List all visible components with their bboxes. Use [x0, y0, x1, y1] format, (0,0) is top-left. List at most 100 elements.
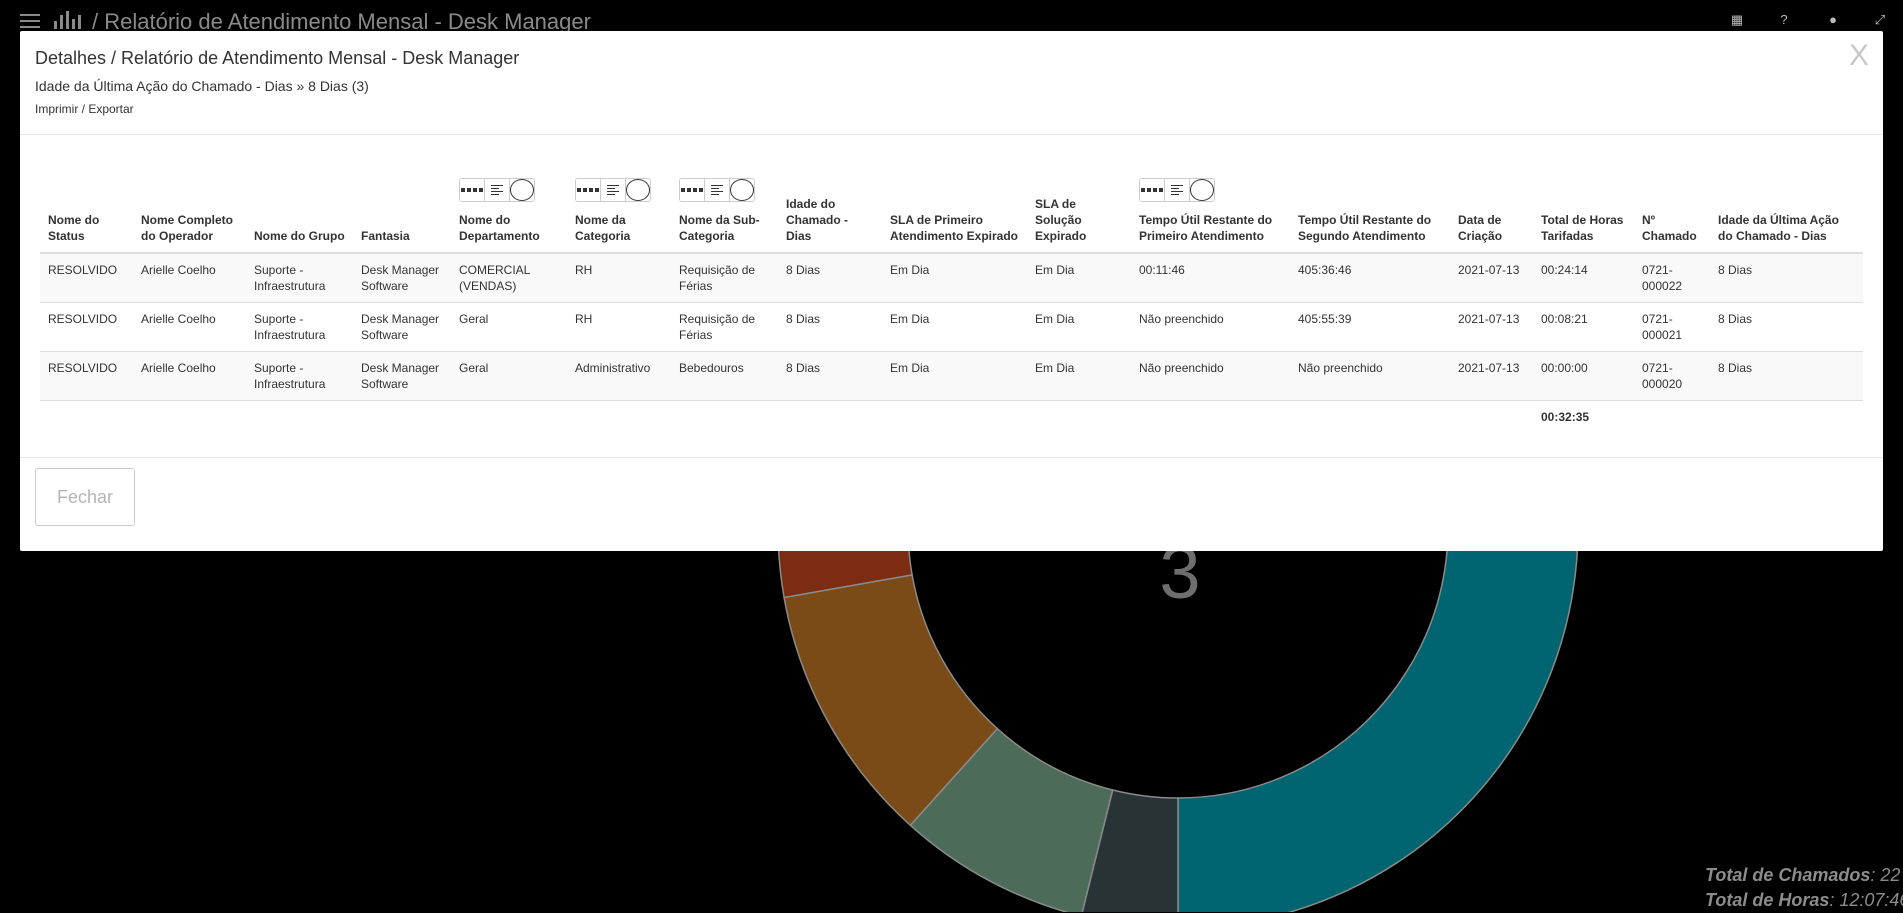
pie-chart-icon[interactable] [510, 179, 534, 201]
footer-cell [353, 400, 451, 433]
table-cell: 405:55:39 [1290, 302, 1450, 352]
column-header[interactable]: Idade do Chamado - Dias [778, 159, 882, 254]
table-cell: RESOLVIDO [40, 351, 133, 401]
footer-cell [1131, 400, 1290, 433]
pie-chart-icon[interactable] [626, 179, 650, 201]
footer-cell [1634, 400, 1710, 433]
grid-view-icon[interactable] [460, 179, 485, 201]
column-header[interactable]: Nome da Categoria [567, 159, 671, 254]
column-header[interactable]: Nome Completo do Operador [133, 159, 246, 254]
table-cell: Geral [451, 302, 567, 352]
column-header[interactable]: Nome do Grupo [246, 159, 353, 254]
column-header[interactable]: SLA de Primeiro Atendimento Expirado [882, 159, 1027, 254]
table-cell: 00:08:21 [1533, 302, 1634, 352]
table-cell: Não preenchido [1131, 302, 1290, 352]
column-header-label: SLA de Primeiro Atendimento Expirado [890, 213, 1019, 243]
footer-cell [778, 400, 882, 433]
column-header-label: Nome do Grupo [254, 229, 345, 243]
column-header[interactable]: Total de Horas Tarifadas [1533, 159, 1634, 254]
column-header-label: Tempo Útil Restante do Segundo Atendimen… [1298, 213, 1432, 243]
total-hours-sum: 00:32:35 [1533, 400, 1634, 433]
column-header[interactable]: Data de Criação [1450, 159, 1533, 254]
table-cell: Em Dia [1027, 252, 1131, 303]
column-header[interactable]: Nº Chamado [1634, 159, 1710, 254]
grid-view-icon[interactable] [1140, 179, 1165, 201]
table-cell: Arielle Coelho [133, 302, 246, 352]
close-button[interactable]: Fechar [35, 468, 135, 526]
table-header-row: Nome do Status Nome Completo do Operador N… [40, 159, 1863, 254]
footer-cell [1450, 400, 1533, 433]
table-cell: Desk Manager Software [353, 351, 451, 401]
column-header-label: Nome da Categoria [575, 213, 631, 243]
column-header[interactable]: SLA de Solução Expirado [1027, 159, 1131, 254]
grid-view-icon[interactable] [680, 179, 705, 201]
table-cell: 0721-000020 [1634, 351, 1710, 401]
column-header[interactable]: Nome do Status [40, 159, 133, 254]
table-cell: 8 Dias [778, 252, 882, 303]
list-view-icon[interactable] [1165, 179, 1190, 201]
pie-chart-icon[interactable] [730, 179, 754, 201]
footer-cell [246, 400, 353, 433]
column-view-tools [459, 178, 535, 202]
column-header-label: Nome do Departamento [459, 213, 540, 243]
column-header-label: SLA de Solução Expirado [1035, 197, 1087, 243]
details-table-wrapper: Nome do Status Nome Completo do Operador N… [40, 159, 1863, 433]
modal-subtitle: Idade da Última Ação do Chamado - Dias »… [35, 78, 369, 94]
column-view-tools [575, 178, 651, 202]
list-view-icon[interactable] [485, 179, 510, 201]
total-calls: Total de Chamados: 22 [1705, 865, 1901, 885]
footer-cell [567, 400, 671, 433]
table-footer-row: 00:32:35 [40, 400, 1863, 433]
column-header[interactable]: Nome do Departamento [451, 159, 567, 254]
column-header-label: Tempo Útil Restante do Primeiro Atendime… [1139, 213, 1273, 243]
table-cell: Requisição de Férias [671, 302, 778, 352]
column-header-label: Nº Chamado [1642, 213, 1697, 243]
table-row[interactable]: RESOLVIDO Arielle Coelho Suporte - Infraes… [40, 302, 1863, 352]
list-view-icon[interactable] [705, 179, 730, 201]
table-cell: Geral [451, 351, 567, 401]
print-export-link[interactable]: Imprimir / Exportar [35, 102, 134, 116]
table-cell: RH [567, 302, 671, 352]
table-cell: Arielle Coelho [133, 351, 246, 401]
table-row[interactable]: RESOLVIDO Arielle Coelho Suporte - Infraes… [40, 351, 1863, 401]
footer-cell [40, 400, 133, 433]
column-header[interactable]: Tempo Útil Restante do Segundo Atendimen… [1290, 159, 1450, 254]
column-header-label: Total de Horas Tarifadas [1541, 213, 1624, 243]
list-view-icon[interactable] [601, 179, 626, 201]
table-cell: 00:24:14 [1533, 252, 1634, 303]
table-cell: 8 Dias [1710, 351, 1863, 401]
table-cell: RESOLVIDO [40, 252, 133, 303]
column-view-tools [1139, 178, 1215, 202]
table-cell: 405:36:46 [1290, 252, 1450, 303]
table-cell: Em Dia [882, 252, 1027, 303]
column-header[interactable]: Idade da Última Ação do Chamado - Dias [1710, 159, 1863, 254]
table-row[interactable]: RESOLVIDO Arielle Coelho Suporte - Infraes… [40, 252, 1863, 303]
table-cell: Desk Manager Software [353, 302, 451, 352]
table-cell: 00:11:46 [1131, 252, 1290, 303]
pie-chart-icon[interactable] [1190, 179, 1214, 201]
footer-cell [1710, 400, 1863, 433]
details-table: Nome do Status Nome Completo do Operador N… [40, 159, 1863, 433]
close-icon[interactable]: X [1849, 39, 1869, 73]
column-header[interactable]: Tempo Útil Restante do Primeiro Atendime… [1131, 159, 1290, 254]
modal-header: Detalhes / Relatório de Atendimento Mens… [20, 31, 1883, 135]
totals-summary: Total de Chamados: 22 Total de Horas: 12… [1705, 863, 1903, 913]
footer-cell [133, 400, 246, 433]
table-cell: 8 Dias [1710, 252, 1863, 303]
column-header[interactable]: Nome da Sub-Categoria [671, 159, 778, 254]
table-cell: 2021-07-13 [1450, 252, 1533, 303]
column-header-label: Nome da Sub-Categoria [679, 213, 760, 243]
table-cell: Suporte - Infraestrutura [246, 351, 353, 401]
table-cell: RH [567, 252, 671, 303]
table-cell: Em Dia [1027, 302, 1131, 352]
table-body: RESOLVIDO Arielle Coelho Suporte - Infraes… [40, 252, 1863, 401]
column-header[interactable]: Fantasia [353, 159, 451, 254]
table-cell: 0721-000021 [1634, 302, 1710, 352]
table-cell: Não preenchido [1131, 351, 1290, 401]
table-cell: Suporte - Infraestrutura [246, 302, 353, 352]
grid-view-icon[interactable] [576, 179, 601, 201]
table-cell: Em Dia [1027, 351, 1131, 401]
table-cell: COMERCIAL (VENDAS) [451, 252, 567, 303]
column-header-label: Idade do Chamado - Dias [786, 197, 849, 243]
table-cell: 0721-000022 [1634, 252, 1710, 303]
